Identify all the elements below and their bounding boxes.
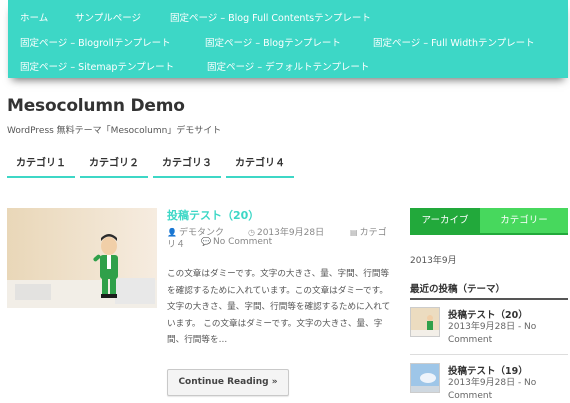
recent-post-date: 2013年9月28日 - No (448, 322, 537, 332)
nav-item-blog[interactable]: 固定ページ – Blogテンプレート (205, 35, 341, 49)
sky-photo-image (411, 364, 439, 392)
recent-post-comments[interactable]: Comment (448, 390, 568, 403)
clock-icon: ◷ (248, 228, 255, 237)
nav-item-sitemap[interactable]: 固定ページ – Sitemapテンプレート (20, 59, 174, 73)
recent-post-meta: 2013年9月28日 - No Comment (448, 377, 568, 403)
recent-post-comments[interactable]: Comment (448, 334, 568, 347)
figure-photo-image (411, 308, 439, 336)
archive-link[interactable]: 2013年9月 (410, 253, 457, 266)
sidebar-tab-category[interactable]: カテゴリー (480, 208, 568, 233)
recent-post-thumbnail[interactable] (410, 363, 440, 393)
nav-item-home[interactable]: ホーム (20, 10, 48, 24)
post-comments-text: No Comment (212, 237, 273, 247)
post-title[interactable]: 投稿テスト（20） (167, 207, 259, 223)
recent-posts-heading: 最近の投稿（テーマ） (410, 284, 506, 295)
continue-reading-button[interactable]: Continue Reading » (167, 369, 289, 396)
category-tab-4[interactable]: カテゴリ４ (226, 152, 294, 178)
post-excerpt: この文章はダミーです。文字の大きさ、量、字間、行間等を確認するために入れています… (167, 269, 391, 345)
recent-post-thumbnail[interactable] (410, 307, 440, 337)
recent-post-date: 2013年9月28日 - No (448, 378, 537, 388)
nav-item-blog-full-contents[interactable]: 固定ページ – Blog Full Contentsテンプレート (170, 10, 371, 24)
site-description: WordPress 無料テーマ「Mesocolumn」デモサイト (7, 126, 222, 136)
sidebar-tab-underline (410, 233, 568, 235)
site-title[interactable]: Mesocolumn Demo (7, 96, 185, 116)
post-category-text-1: カテゴ (359, 228, 387, 238)
post-comments[interactable]: 💬 No Comment (201, 237, 272, 247)
post-category[interactable]: ▤ カテゴ (350, 225, 387, 238)
recent-post-title[interactable]: 投稿テスト（19） (448, 363, 528, 377)
user-icon: 👤 (167, 228, 177, 237)
figure-photo-image (7, 208, 157, 308)
nav-item-default[interactable]: 固定ページ – デフォルトテンプレート (207, 59, 369, 73)
recent-post-item: 投稿テスト（20） 2013年9月28日 - No Comment (410, 307, 568, 355)
post-category-text-2: リ４ (167, 240, 186, 250)
post-category-cont[interactable]: リ４ (167, 237, 185, 250)
nav-item-sample-page[interactable]: サンプルページ (75, 10, 141, 24)
nav-item-full-width[interactable]: 固定ページ – Full Widthテンプレート (373, 35, 535, 49)
nav-item-blogroll[interactable]: 固定ページ – Blogrollテンプレート (20, 35, 171, 49)
document-icon: ▤ (350, 228, 358, 237)
recent-posts-divider (410, 298, 568, 300)
recent-post-title[interactable]: 投稿テスト（20） (448, 307, 528, 321)
comment-icon: 💬 (201, 237, 211, 246)
recent-post-meta: 2013年9月28日 - No Comment (448, 321, 568, 347)
top-navigation: ホーム サンプルページ 固定ページ – Blog Full Contentsテン… (8, 0, 568, 78)
sidebar-tab-archive[interactable]: アーカイブ (410, 208, 480, 233)
post-thumbnail[interactable] (7, 208, 157, 308)
category-tab-2[interactable]: カテゴリ２ (80, 152, 148, 178)
category-tab-3[interactable]: カテゴリ３ (153, 152, 221, 178)
category-tab-1[interactable]: カテゴリ１ (7, 152, 75, 178)
recent-post-item: 投稿テスト（19） 2013年9月28日 - No Comment (410, 363, 568, 403)
recent-post-separator (410, 354, 568, 355)
